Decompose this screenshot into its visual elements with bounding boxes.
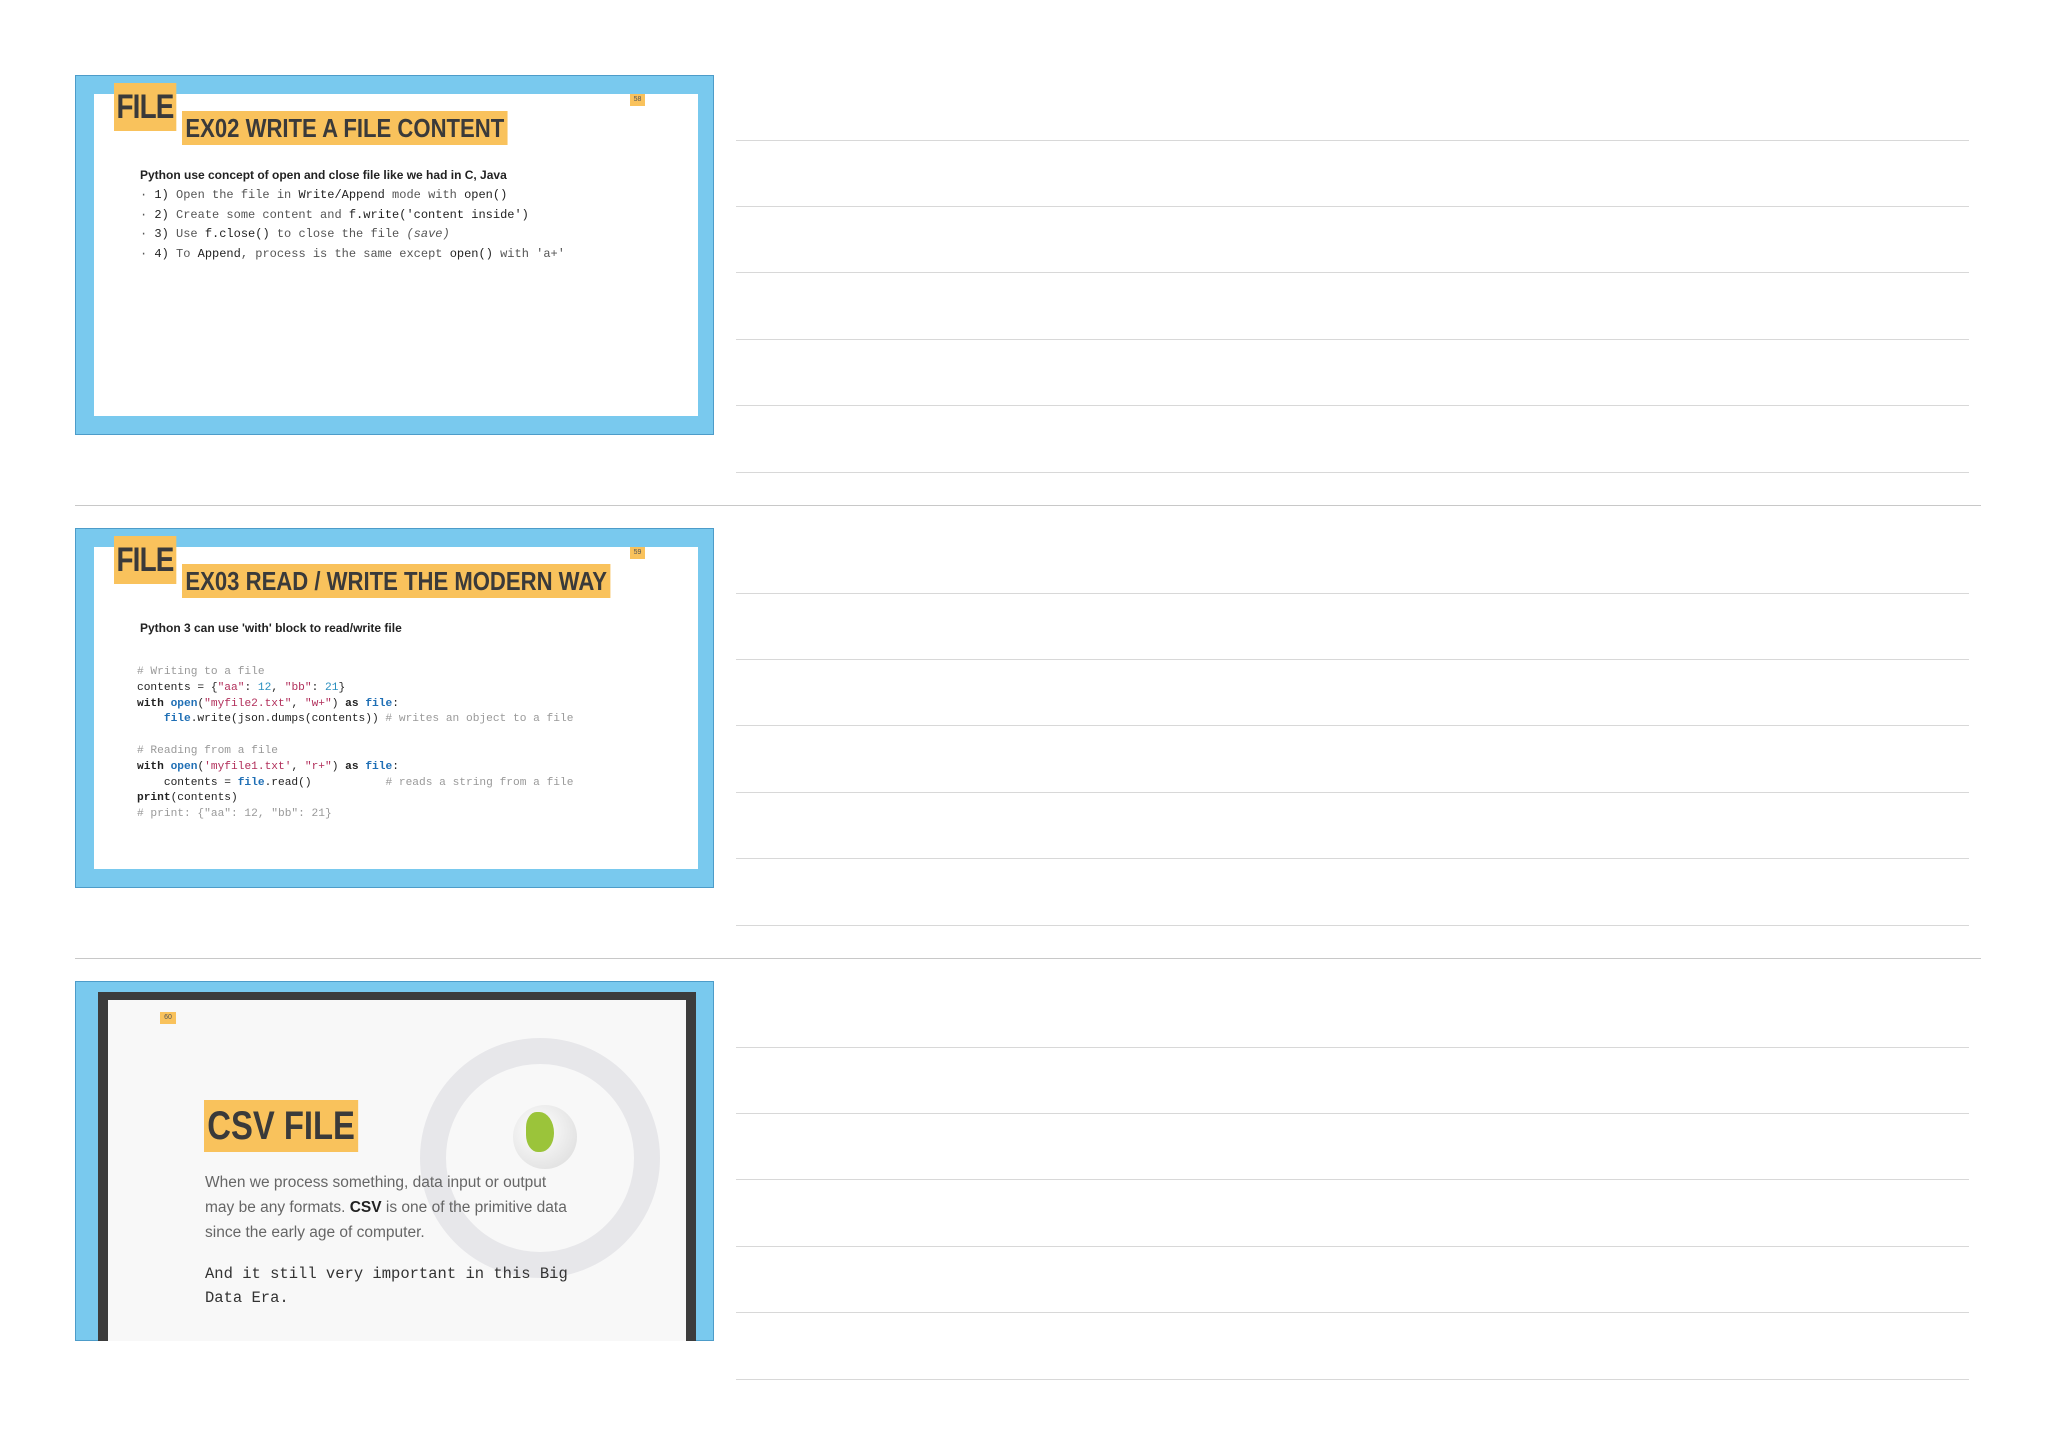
book-graphic: 60 CSV FILE When we process something, d… — [98, 992, 696, 1341]
page-number: 59 — [630, 547, 645, 559]
slide-60: 60 CSV FILE When we process something, d… — [75, 981, 714, 1341]
code-block: # Writing to a file contents = {"aa": 12… — [137, 666, 574, 821]
note-text: And it still very important in this Big … — [205, 1265, 568, 1307]
bullet-list: · 1) Open the file in Write/Append mode … — [140, 186, 565, 264]
section-tag: FILE — [114, 83, 177, 131]
lead-text: Python 3 can use 'with' block to read/wr… — [140, 621, 402, 635]
continent-graphic — [526, 1112, 554, 1152]
bullet-item: · 1) Open the file in Write/Append mode … — [140, 188, 508, 202]
divider — [75, 505, 1981, 506]
book-page: 60 CSV FILE When we process something, d… — [108, 1000, 686, 1341]
page-number: 58 — [630, 94, 645, 106]
slide-title: EX02 WRITE A FILE CONTENT — [182, 111, 508, 145]
description-text: When we process something, data input or… — [205, 1174, 567, 1241]
page-number: 60 — [160, 1012, 176, 1024]
lead-text: Python use concept of open and close fil… — [140, 168, 507, 182]
bullet-item: · 3) Use f.close() to close the file (sa… — [140, 227, 450, 241]
slide-title: CSV FILE — [204, 1100, 359, 1152]
slide-59: FILE EX03 READ / WRITE THE MODERN WAY 59… — [75, 528, 714, 888]
section-tag: FILE — [114, 536, 177, 584]
divider — [75, 958, 1981, 959]
slide-title: EX03 READ / WRITE THE MODERN WAY — [182, 564, 611, 598]
bullet-item: · 4) To Append, process is the same exce… — [140, 246, 565, 261]
bullet-item: · 2) Create some content and f.write('co… — [140, 207, 529, 222]
slide-58: FILE EX02 WRITE A FILE CONTENT 58 Python… — [75, 75, 714, 435]
